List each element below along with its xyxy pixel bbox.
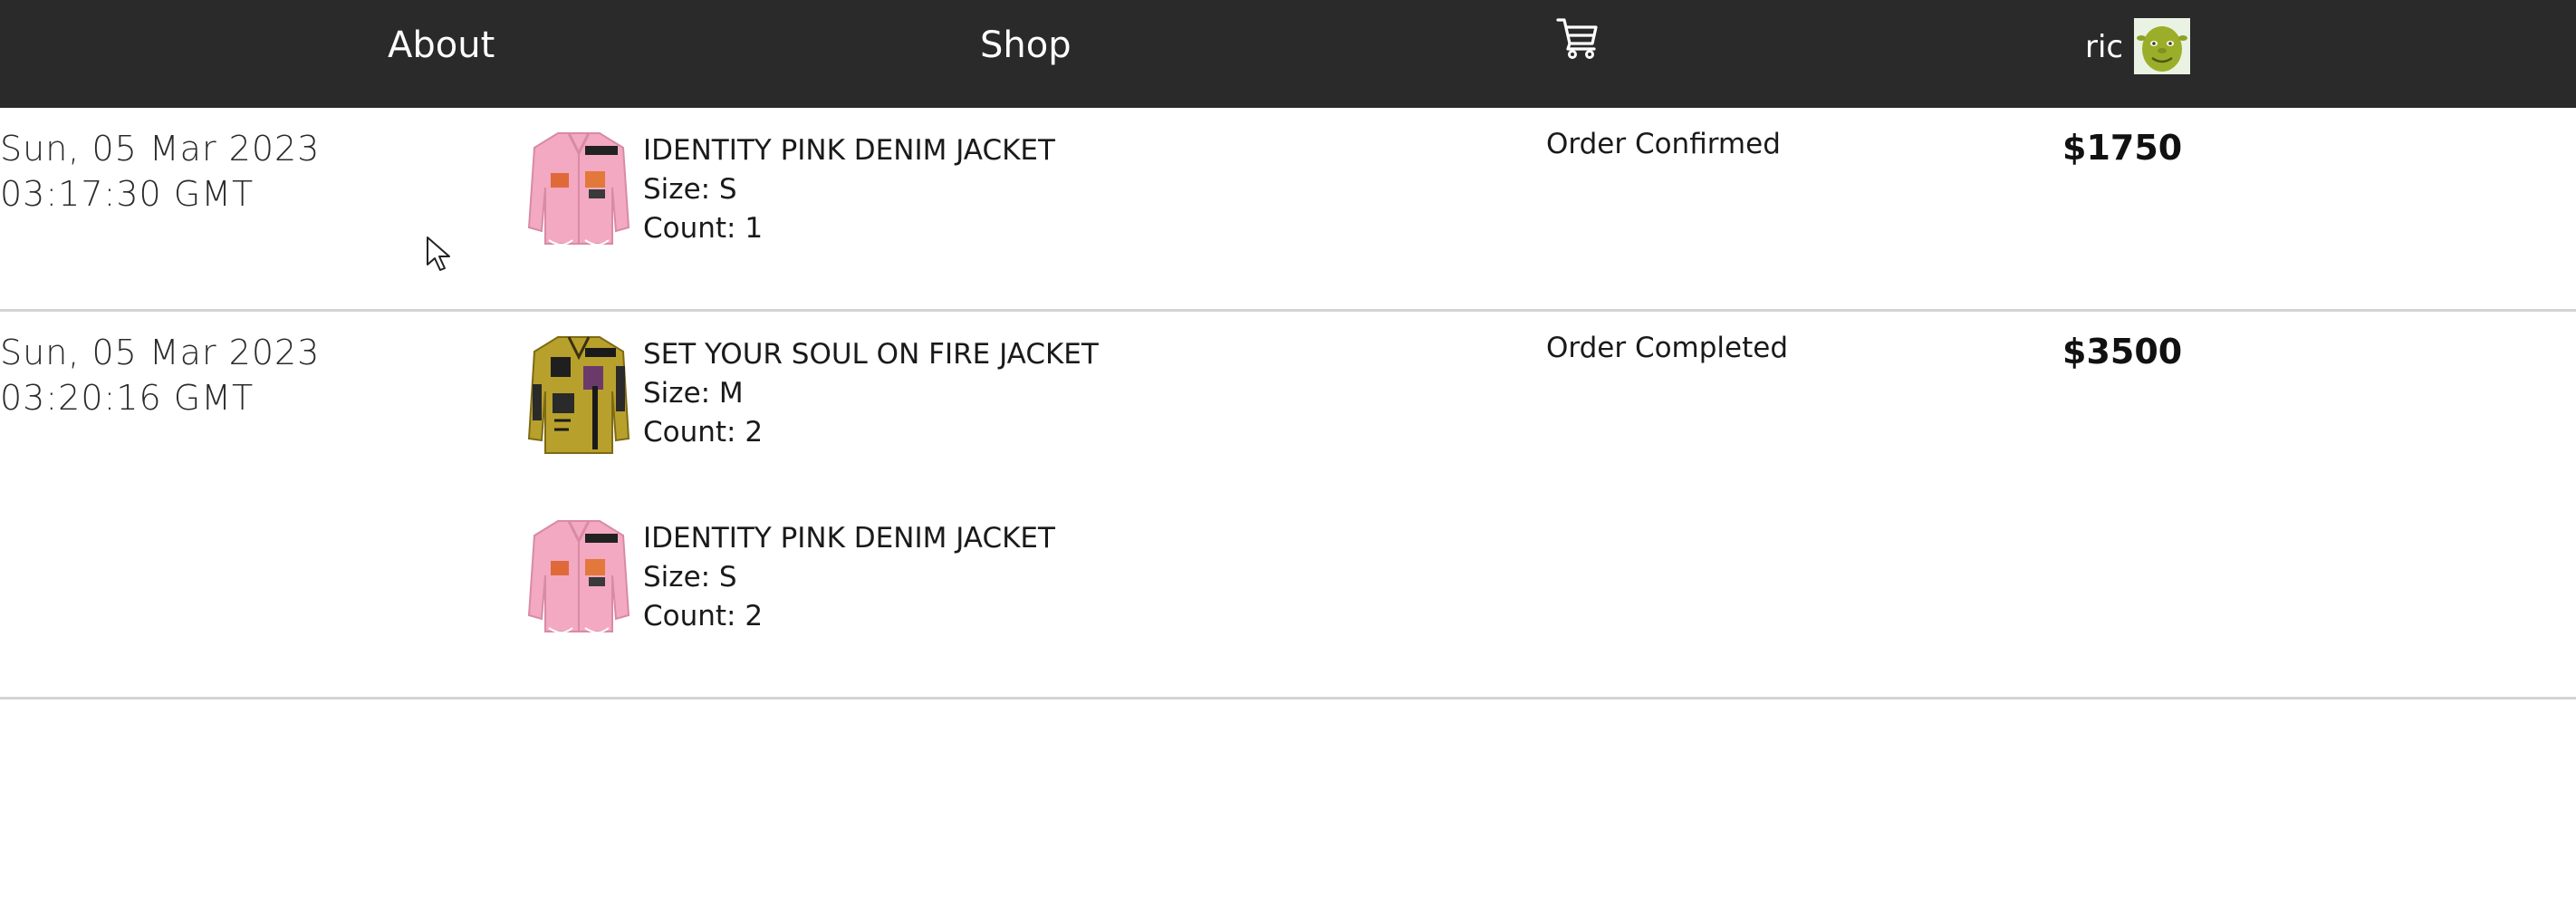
item-name: IDENTITY PINK DENIM JACKET (643, 134, 1055, 167)
item-name: SET YOUR SOUL ON FIRE JACKET (643, 338, 1099, 371)
nav-about-link[interactable]: About (388, 0, 495, 91)
order-date: Sun, 05 Mar 2023 03:17:30 GMT (0, 129, 321, 214)
item-count: Count: 2 (643, 600, 764, 632)
item-count: Count: 2 (643, 416, 764, 449)
nav-shop-link[interactable]: Shop (980, 0, 1072, 91)
shopping-cart-icon[interactable] (1554, 14, 1601, 62)
item-size: Size: S (643, 561, 737, 594)
order-item: IDENTITY PINK DENIM JACKET Size: S Count… (525, 514, 1341, 641)
item-size: Size: M (643, 377, 744, 410)
user-name-label[interactable]: ric (2085, 0, 2123, 94)
item-info: IDENTITY PINK DENIM JACKET Size: S Count… (643, 519, 1055, 636)
order-total: $3500 (2062, 332, 2183, 372)
avatar-ogre-icon (2134, 18, 2190, 74)
jacket-thumbnail[interactable] (525, 330, 632, 457)
jacket-thumbnail[interactable] (525, 126, 632, 253)
order-item: IDENTITY PINK DENIM JACKET Size: S Count… (525, 126, 1341, 253)
item-count: Count: 1 (643, 212, 764, 245)
jacket-thumbnail[interactable] (525, 514, 632, 641)
order-status: Order Completed (1546, 332, 1789, 364)
item-info: IDENTITY PINK DENIM JACKET Size: S Count… (643, 131, 1055, 248)
order-item: SET YOUR SOUL ON FIRE JACKET Size: M Cou… (525, 330, 1341, 457)
order-total: $1750 (2062, 128, 2183, 168)
user-avatar[interactable] (2134, 18, 2190, 74)
item-name: IDENTITY PINK DENIM JACKET (643, 522, 1055, 555)
order-row: Sun, 05 Mar 2023 03:17:30 GMT IDENTITY P… (0, 108, 2576, 312)
order-status: Order Confirmed (1546, 128, 1781, 160)
item-info: SET YOUR SOUL ON FIRE JACKET Size: M Cou… (643, 335, 1099, 452)
mouse-pointer-icon (426, 236, 453, 274)
order-row: Sun, 05 Mar 2023 03:20:16 GMT SET YOUR S… (0, 312, 2576, 700)
order-date: Sun, 05 Mar 2023 03:20:16 GMT (0, 333, 321, 418)
top-navbar: About Shop ric (0, 0, 2576, 108)
item-size: Size: S (643, 173, 737, 206)
